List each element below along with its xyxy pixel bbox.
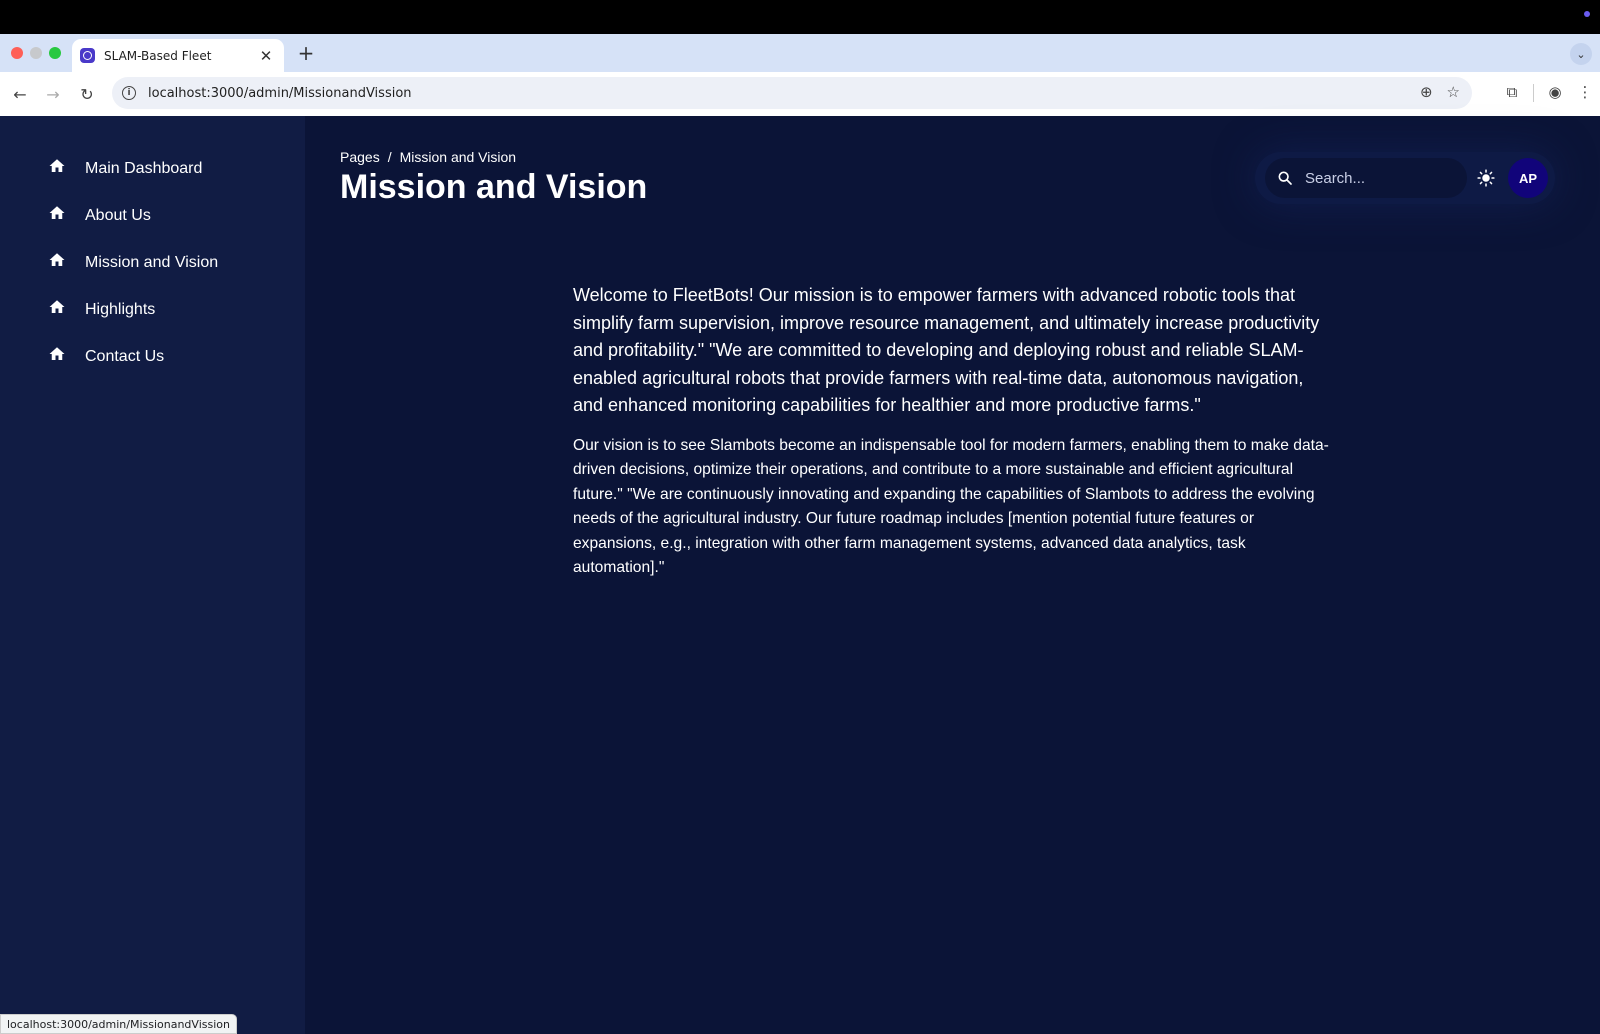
window-close-button[interactable]: [11, 47, 23, 59]
home-icon: [49, 300, 65, 313]
main-content: Welcome to FleetBots! Our mission is to …: [573, 282, 1333, 581]
sidebar: Main Dashboard About Us Mission and Visi…: [0, 116, 305, 1034]
back-arrow-icon[interactable]: ←: [9, 83, 31, 105]
address-bar[interactable]: i localhost:3000/admin/MissionandVission…: [112, 77, 1472, 109]
sidebar-item-main-dashboard[interactable]: Main Dashboard: [48, 154, 202, 184]
search-input[interactable]: [1305, 169, 1455, 187]
mission-paragraph: Welcome to FleetBots! Our mission is to …: [573, 285, 1320, 415]
vision-paragraph: Our vision is to see Slambots become an …: [573, 436, 1329, 577]
url-text[interactable]: localhost:3000/admin/MissionandVission: [148, 86, 412, 101]
menu-kebab-icon[interactable]: ⋮: [1570, 83, 1600, 103]
new-tab-icon[interactable]: +: [296, 41, 316, 65]
avatar[interactable]: AP: [1508, 158, 1548, 198]
favicon-icon: [80, 48, 95, 63]
sidebar-item-contact-us[interactable]: Contact Us: [48, 342, 164, 372]
sidebar-item-highlights[interactable]: Highlights: [48, 295, 155, 325]
browser-tab[interactable]: SLAM-Based Fleet ✕: [72, 39, 284, 72]
breadcrumb-current[interactable]: Mission and Vision: [400, 149, 516, 165]
sidebar-item-label: Highlights: [85, 301, 156, 318]
toolbar-divider: [1533, 84, 1534, 102]
os-menu-bar: [0, 0, 1600, 34]
home-icon: [49, 347, 65, 360]
navbar-actions: AP: [1255, 152, 1555, 204]
sidebar-item-about-us[interactable]: About Us: [48, 201, 151, 231]
extensions-icon[interactable]: ⧉: [1497, 83, 1527, 103]
profile-icon[interactable]: ◉: [1540, 83, 1570, 103]
page-title: Mission and Vision: [340, 168, 648, 206]
home-icon: [49, 206, 65, 219]
sidebar-item-label: Main Dashboard: [85, 160, 203, 177]
bookmark-star-icon[interactable]: ☆: [1447, 83, 1460, 101]
forward-arrow-icon[interactable]: →: [42, 83, 64, 105]
tab-list-chevron-icon[interactable]: ⌄: [1570, 43, 1592, 65]
search-icon: [1278, 171, 1292, 185]
zoom-icon[interactable]: ⊕: [1420, 83, 1433, 101]
reload-icon[interactable]: ↻: [76, 83, 98, 105]
tab-title: SLAM-Based Fleet: [104, 48, 212, 63]
sidebar-item-label: About Us: [85, 207, 151, 224]
status-bar-url: localhost:3000/admin/MissionandVission: [0, 1014, 237, 1034]
status-dot: [1584, 11, 1590, 17]
window-minimize-button[interactable]: [30, 47, 42, 59]
breadcrumb-root-link[interactable]: Pages: [340, 149, 380, 165]
browser-toolbar: ← → ↻ i localhost:3000/admin/MissionandV…: [0, 72, 1600, 116]
search-field[interactable]: [1265, 158, 1467, 198]
tab-close-icon[interactable]: ✕: [258, 47, 274, 65]
site-info-icon[interactable]: i: [122, 86, 136, 100]
page: Main Dashboard About Us Mission and Visi…: [0, 116, 1600, 1034]
breadcrumb: Pages / Mission and Vision: [340, 149, 516, 165]
sidebar-item-label: Contact Us: [85, 348, 165, 365]
browser-tabstrip: SLAM-Based Fleet ✕ + ⌄: [0, 34, 1600, 72]
sidebar-item-mission-and-vision[interactable]: Mission and Vision: [48, 248, 218, 278]
breadcrumb-separator: /: [387, 149, 392, 165]
sidebar-item-label: Mission and Vision: [85, 254, 219, 271]
home-icon: [49, 253, 65, 266]
sun-icon[interactable]: [1477, 169, 1495, 187]
home-icon: [49, 159, 65, 172]
window-maximize-button[interactable]: [49, 47, 61, 59]
